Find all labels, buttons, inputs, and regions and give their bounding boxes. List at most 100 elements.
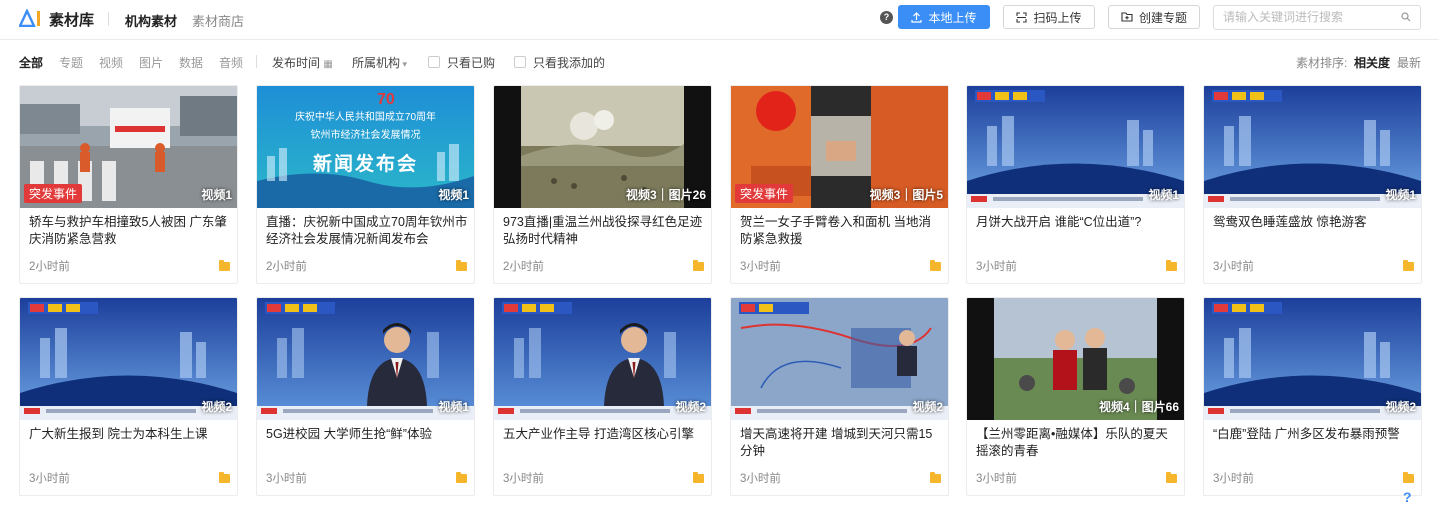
card-time: 3小时前 xyxy=(503,473,544,485)
card-thumbnail[interactable]: 视频2 xyxy=(20,298,237,420)
card-media-count: 视频4｜图片66 xyxy=(1098,400,1179,414)
filter-all[interactable]: 全部 xyxy=(19,54,43,71)
upload-local-button[interactable]: 本地上传 xyxy=(898,5,990,29)
nav-material-store[interactable]: 素材商店 xyxy=(192,11,244,30)
filter-audio[interactable]: 音频 xyxy=(219,54,243,71)
material-card[interactable]: 视频2 “白鹿”登陆 广州多区发布暴雨预警 3小时前 xyxy=(1203,297,1422,496)
material-card[interactable]: 视频2 增天高速将开建 增城到天河只需15分钟 3小时前 xyxy=(730,297,949,496)
sort-latest[interactable]: 最新 xyxy=(1397,54,1421,71)
material-card[interactable]: 70 庆祝中华人民共和国成立70周年 钦州市经济社会发展情况 新闻发布会 视频1… xyxy=(256,85,475,284)
org-filter[interactable]: 所属机构 ▾ xyxy=(352,54,407,71)
thumb-caption-line1: 庆祝中华人民共和国成立70周年 xyxy=(294,112,437,123)
material-card[interactable]: 视频1 月饼大战开启 谁能“C位出道”? 3小时前 xyxy=(966,85,1185,284)
publish-time-label: 发布时间 xyxy=(272,56,321,70)
folder-icon[interactable] xyxy=(1166,260,1177,271)
folder-icon[interactable] xyxy=(693,472,704,483)
card-media-count: 视频1 xyxy=(438,188,469,202)
filter-image[interactable]: 图片 xyxy=(139,54,163,71)
card-time: 3小时前 xyxy=(740,261,781,273)
filter-divider xyxy=(256,55,257,68)
only-mine-checkbox[interactable] xyxy=(514,56,526,68)
card-thumbnail[interactable]: 突发事件 视频1 xyxy=(20,86,237,208)
card-time: 2小时前 xyxy=(503,261,544,273)
card-thumbnail[interactable]: 视频1 xyxy=(967,86,1184,208)
only-bought-label[interactable]: 只看已购 xyxy=(447,54,495,71)
material-card[interactable]: 视频2 广大新生报到 院士为本科生上课 3小时前 xyxy=(19,297,238,496)
card-media-count: 视频1 xyxy=(1385,188,1416,202)
folder-icon[interactable] xyxy=(1403,260,1414,271)
card-title[interactable]: 广大新生报到 院士为本科生上课 xyxy=(29,426,231,462)
card-time: 3小时前 xyxy=(1213,473,1254,485)
only-bought-checkbox[interactable] xyxy=(428,56,440,68)
top-bar: 素材库 机构素材 素材商店 ? 本地上传 扫码上传 创建专题 请输入关键词进行搜… xyxy=(0,0,1439,40)
publish-time-filter[interactable]: 发布时间 ▦ xyxy=(272,54,333,71)
card-time: 3小时前 xyxy=(1213,261,1254,273)
card-thumbnail[interactable]: 视频3｜图片26 xyxy=(494,86,711,208)
thumb-caption-line3: 新闻发布会 xyxy=(312,154,418,175)
card-title[interactable]: “白鹿”登陆 广州多区发布暴雨预警 xyxy=(1213,426,1415,462)
scan-icon xyxy=(1016,11,1028,23)
org-label: 所属机构 xyxy=(352,56,401,70)
nav-org-materials[interactable]: 机构素材 xyxy=(125,11,177,30)
brand-title: 素材库 xyxy=(49,12,95,29)
material-card[interactable]: 视频1 鸳鸯双色睡莲盛放 惊艳游客 3小时前 xyxy=(1203,85,1422,284)
filter-data[interactable]: 数据 xyxy=(179,54,203,71)
card-title[interactable]: 月饼大战开启 谁能“C位出道”? xyxy=(976,214,1178,250)
card-title[interactable]: 直播：庆祝新中国成立70周年钦州市经济社会发展情况新闻发布会 xyxy=(266,214,468,250)
help-icon[interactable]: ? xyxy=(880,11,893,24)
floating-help-icon[interactable]: ? xyxy=(1403,489,1412,505)
card-media-count: 视频2 xyxy=(912,400,943,414)
card-badge: 突发事件 xyxy=(24,184,83,203)
card-media-count: 视频3｜图片26 xyxy=(625,188,706,202)
material-card[interactable]: 视频2 五大产业作主导 打造湾区核心引擎 3小时前 xyxy=(493,297,712,496)
card-thumbnail[interactable]: 视频2 xyxy=(731,298,948,420)
material-card[interactable]: 突发事件 视频3｜图片5 贺兰一女子手臂卷入和面机 当地消防紧急救援 3小时前 xyxy=(730,85,949,284)
card-thumbnail[interactable]: 视频1 xyxy=(1204,86,1421,208)
card-title[interactable]: 贺兰一女子手臂卷入和面机 当地消防紧急救援 xyxy=(740,214,942,250)
filter-bar: 全部 专题 视频 图片 数据 音频 发布时间 ▦ 所属机构 ▾ 只看已购 只看我… xyxy=(0,40,1439,82)
material-card[interactable]: 视频1 5G进校园 大学师生抢“鲜”体验 3小时前 xyxy=(256,297,475,496)
card-thumbnail[interactable]: 视频2 xyxy=(494,298,711,420)
card-title[interactable]: 5G进校园 大学师生抢“鲜”体验 xyxy=(266,426,468,462)
folder-icon[interactable] xyxy=(456,260,467,271)
filter-topic[interactable]: 专题 xyxy=(59,54,83,71)
card-title[interactable]: 五大产业作主导 打造湾区核心引擎 xyxy=(503,426,705,462)
scan-upload-button[interactable]: 扫码上传 xyxy=(1003,5,1095,29)
card-media-count: 视频1 xyxy=(201,188,232,202)
filter-video[interactable]: 视频 xyxy=(99,54,123,71)
card-title[interactable]: 973直播|重温兰州战役探寻红色足迹 弘扬时代精神 xyxy=(503,214,705,250)
card-title[interactable]: 轿车与救护车相撞致5人被困 广东肇庆消防紧急营救 xyxy=(29,214,231,250)
card-thumbnail[interactable]: 突发事件 视频3｜图片5 xyxy=(731,86,948,208)
card-thumbnail[interactable]: 70 庆祝中华人民共和国成立70周年 钦州市经济社会发展情况 新闻发布会 视频1 xyxy=(257,86,474,208)
material-card[interactable]: 突发事件 视频1 轿车与救护车相撞致5人被困 广东肇庆消防紧急营救 2小时前 xyxy=(19,85,238,284)
card-media-count: 视频1 xyxy=(438,400,469,414)
card-thumbnail[interactable]: 视频4｜图片66 xyxy=(967,298,1184,420)
card-media-count: 视频2 xyxy=(1385,400,1416,414)
only-mine-label[interactable]: 只看我添加的 xyxy=(533,54,605,71)
material-card[interactable]: 视频4｜图片66 【兰州零距离•融媒体】乐队的夏天 摇滚的青春 3小时前 xyxy=(966,297,1185,496)
create-topic-button[interactable]: 创建专题 xyxy=(1108,5,1200,29)
card-time: 3小时前 xyxy=(29,473,70,485)
folder-icon[interactable] xyxy=(456,472,467,483)
search-icon[interactable] xyxy=(1401,12,1411,22)
search-placeholder: 请输入关键词进行搜索 xyxy=(1223,10,1344,24)
calendar-icon: ▦ xyxy=(323,59,333,70)
folder-icon[interactable] xyxy=(693,260,704,271)
folder-icon[interactable] xyxy=(219,472,230,483)
folder-icon[interactable] xyxy=(930,260,941,271)
card-media-count: 视频2 xyxy=(201,400,232,414)
card-time: 3小时前 xyxy=(266,473,307,485)
card-thumbnail[interactable]: 视频1 xyxy=(257,298,474,420)
search-input[interactable]: 请输入关键词进行搜索 xyxy=(1213,5,1421,30)
card-title[interactable]: 增天高速将开建 增城到天河只需15分钟 xyxy=(740,426,942,462)
folder-icon[interactable] xyxy=(1166,472,1177,483)
card-title[interactable]: 【兰州零距离•融媒体】乐队的夏天 摇滚的青春 xyxy=(976,426,1178,462)
folder-icon[interactable] xyxy=(930,472,941,483)
material-card[interactable]: 视频3｜图片26 973直播|重温兰州战役探寻红色足迹 弘扬时代精神 2小时前 xyxy=(493,85,712,284)
card-time: 2小时前 xyxy=(266,261,307,273)
folder-icon[interactable] xyxy=(1403,472,1414,483)
sort-relevance[interactable]: 相关度 xyxy=(1354,54,1390,71)
card-title[interactable]: 鸳鸯双色睡莲盛放 惊艳游客 xyxy=(1213,214,1415,250)
folder-icon[interactable] xyxy=(219,260,230,271)
card-thumbnail[interactable]: 视频2 xyxy=(1204,298,1421,420)
